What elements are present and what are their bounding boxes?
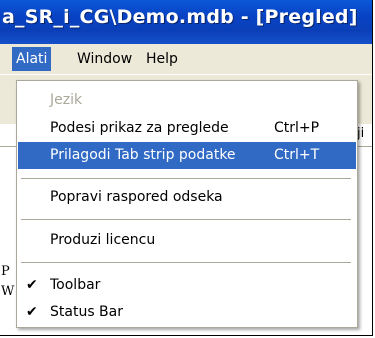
menu-item-podesi-prikaz[interactable]: Podesi prikaz za preglede Ctrl+P [18,115,356,142]
shortcut-label: Ctrl+T [274,147,320,163]
menu-separator [21,178,351,179]
checkmark-icon: ✔ [26,304,38,320]
application-window: a_SR_i_CG\Demo.mdb - [Pregled] Alati Win… [0,0,373,336]
background-text-fragment: W [1,284,15,299]
checkmark-icon: ✔ [26,277,38,293]
menu-help[interactable]: Help [142,47,182,71]
menu-item-produzi-licencu[interactable]: Produzi licencu [18,227,356,254]
menu-bar: Alati Window Help [0,44,372,74]
menu-separator [21,262,351,263]
menu-alati[interactable]: Alati [12,47,52,71]
window-title: a_SR_i_CG\Demo.mdb - [Pregled] [2,6,358,28]
alati-dropdown-menu: Jezik Podesi prikaz za preglede Ctrl+P P… [16,80,358,328]
menu-item-prilagodi-tab-strip[interactable]: Prilagodi Tab strip podatke Ctrl+T [18,142,356,169]
title-bar[interactable]: a_SR_i_CG\Demo.mdb - [Pregled] [0,0,372,44]
menu-separator [21,219,351,220]
background-text-fragment: P [1,264,10,279]
menu-item-status-bar[interactable]: ✔ Status Bar [18,299,356,326]
shortcut-label: Ctrl+P [274,120,320,136]
menu-item-popravi-raspored[interactable]: Popravi raspored odseka [18,184,356,211]
menu-item-jezik[interactable]: Jezik [18,87,356,114]
background-text-fragment: ji [357,126,365,141]
menu-window[interactable]: Window [73,47,136,71]
menu-item-toolbar[interactable]: ✔ Toolbar [18,272,356,299]
